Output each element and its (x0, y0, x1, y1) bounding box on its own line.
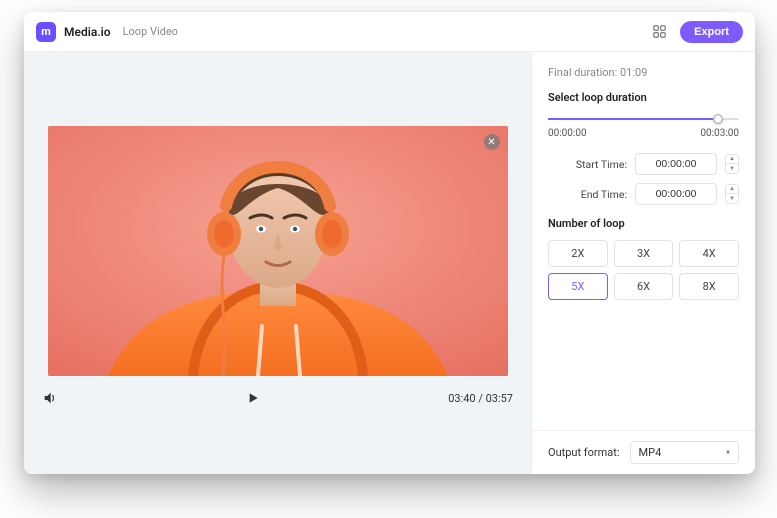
chevron-up-icon[interactable]: ▲ (726, 185, 738, 194)
player-controls: 03:40 / 03:57 (38, 382, 517, 406)
volume-icon[interactable] (42, 390, 58, 406)
body: ✕ 03:40 / 03:57 Final duration: 01:09 (24, 52, 755, 474)
end-time-row: End Time: ▲ ▼ (548, 183, 739, 205)
loop-grid: 2X 3X 4X 5X 6X 8X (548, 240, 739, 300)
loop-option-3x[interactable]: 3X (614, 240, 674, 267)
loop-option-2x[interactable]: 2X (548, 240, 608, 267)
end-time-input[interactable] (635, 183, 717, 205)
end-time-label: End Time: (581, 188, 627, 201)
page-title: Loop Video (123, 25, 178, 38)
slider-min: 00:00:00 (548, 128, 587, 139)
number-of-loop-title: Number of loop (548, 217, 739, 230)
time-total: 03:57 (486, 392, 513, 405)
output-row: Output format: MP4 ▾ (532, 430, 755, 474)
loop-option-5x[interactable]: 5X (548, 273, 608, 300)
start-time-row: Start Time: ▲ ▼ (548, 153, 739, 175)
slider-thumb[interactable] (713, 114, 723, 124)
timecode: 03:40 / 03:57 (448, 392, 513, 405)
start-time-input[interactable] (635, 153, 717, 175)
sidebar: Final duration: 01:09 Select loop durati… (531, 52, 755, 474)
play-icon[interactable] (245, 390, 261, 406)
start-time-label: Start Time: (576, 158, 627, 171)
brand-logo: m (36, 22, 56, 42)
export-button[interactable]: Export (680, 21, 743, 43)
video-preview[interactable]: ✕ (48, 126, 508, 376)
apps-grid-icon[interactable] (646, 19, 672, 45)
start-time-stepper[interactable]: ▲ ▼ (725, 154, 739, 174)
output-format-select[interactable]: MP4 ▾ (630, 441, 739, 464)
remove-media-icon[interactable]: ✕ (484, 134, 500, 150)
slider-max: 00:03:00 (700, 128, 739, 139)
chevron-down-icon[interactable]: ▼ (726, 164, 738, 173)
slider-labels: 00:00:00 00:03:00 (548, 128, 739, 139)
loop-option-8x[interactable]: 8X (679, 273, 739, 300)
app-window: m Media.io Loop Video Export (24, 12, 755, 474)
output-format-value: MP4 (639, 446, 662, 459)
end-time-stepper[interactable]: ▲ ▼ (725, 184, 739, 204)
loop-option-6x[interactable]: 6X (614, 273, 674, 300)
chevron-down-icon: ▾ (726, 448, 730, 457)
final-duration: Final duration: 01:09 (548, 66, 739, 79)
select-loop-duration-title: Select loop duration (548, 91, 739, 104)
preview-pane: ✕ 03:40 / 03:57 (24, 52, 531, 474)
time-current: 03:40 (448, 392, 475, 405)
chevron-up-icon[interactable]: ▲ (726, 155, 738, 164)
output-format-label: Output format: (548, 446, 620, 459)
duration-slider[interactable] (548, 114, 739, 124)
chevron-down-icon[interactable]: ▼ (726, 194, 738, 203)
loop-option-4x[interactable]: 4X (679, 240, 739, 267)
header: m Media.io Loop Video Export (24, 12, 755, 52)
brand-name: Media.io (64, 25, 111, 39)
